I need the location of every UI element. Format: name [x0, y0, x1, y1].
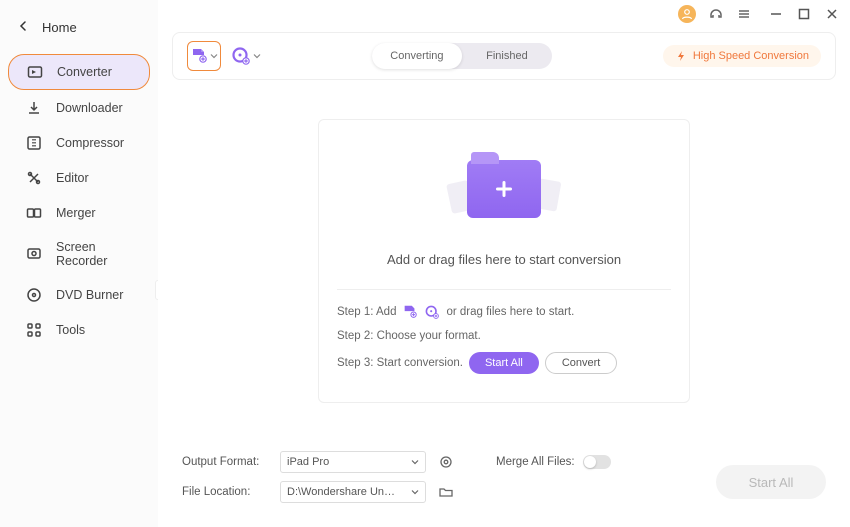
chevron-down-icon [411, 458, 419, 466]
step-2: Step 2: Choose your format. [337, 330, 671, 342]
lightning-icon [675, 50, 687, 62]
sidebar-item-compressor[interactable]: Compressor [8, 126, 150, 160]
tab-finished[interactable]: Finished [462, 43, 552, 69]
sidebar-item-label: Downloader [56, 101, 123, 115]
step-3: Step 3: Start conversion. Start All Conv… [337, 352, 671, 374]
tab-segment: Converting Finished [372, 43, 552, 69]
start-all-button[interactable]: Start All [716, 465, 826, 499]
merge-label: Merge All Files: [496, 456, 575, 468]
toolbar: Converting Finished High Speed Conversio… [172, 32, 836, 80]
step-3-text: Step 3: Start conversion. [337, 357, 463, 369]
add-disc-button[interactable] [231, 46, 261, 66]
converter-icon [27, 64, 43, 80]
maximize-icon[interactable] [796, 6, 812, 22]
nav: Converter Downloader Compressor Editor M… [0, 54, 158, 347]
high-speed-label: High Speed Conversion [693, 50, 809, 62]
add-file-mini-icon[interactable] [402, 304, 418, 320]
sidebar-item-merger[interactable]: Merger [8, 196, 150, 230]
dvd-icon [26, 287, 42, 303]
drop-message: Add or drag files here to start conversi… [337, 252, 671, 267]
add-file-button[interactable] [187, 41, 221, 71]
folder-illustration [337, 144, 671, 234]
steps: Step 1: Add or drag files here to start.… [337, 289, 671, 374]
chevron-down-icon [411, 488, 419, 496]
sidebar-item-label: Converter [57, 65, 112, 79]
sidebar-item-label: Tools [56, 323, 85, 337]
start-all-mini-button[interactable]: Start All [469, 352, 539, 374]
merger-icon [26, 205, 42, 221]
titlebar [158, 0, 850, 28]
sidebar-item-label: Editor [56, 171, 89, 185]
output-format-label: Output Format: [182, 456, 268, 468]
output-format-select[interactable]: iPad Pro [280, 451, 426, 473]
sidebar-item-label: Merger [56, 206, 96, 220]
output-format-value: iPad Pro [287, 456, 329, 468]
chevron-down-icon [253, 52, 261, 60]
add-disc-mini-icon[interactable] [424, 304, 440, 320]
main: Converting Finished High Speed Conversio… [158, 0, 850, 527]
sidebar-item-label: DVD Burner [56, 288, 123, 302]
file-location-value: D:\Wondershare UniConverter 1 [287, 486, 397, 498]
compress-icon [26, 135, 42, 151]
center-area: Add or drag files here to start conversi… [158, 80, 850, 441]
home-label: Home [42, 20, 77, 35]
sidebar-item-label: Screen Recorder [56, 240, 132, 268]
editor-icon [26, 170, 42, 186]
sidebar-item-downloader[interactable]: Downloader [8, 91, 150, 125]
home-button[interactable]: Home [0, 8, 158, 46]
sidebar-item-dvd-burner[interactable]: DVD Burner [8, 278, 150, 312]
step-1-prefix: Step 1: Add [337, 306, 396, 318]
headset-icon[interactable] [708, 6, 724, 22]
step-1: Step 1: Add or drag files here to start. [337, 304, 671, 320]
tools-icon [26, 322, 42, 338]
close-icon[interactable] [824, 6, 840, 22]
step-1-suffix: or drag files here to start. [446, 306, 574, 318]
sidebar-item-screen-recorder[interactable]: Screen Recorder [8, 231, 150, 277]
sidebar-item-label: Compressor [56, 136, 124, 150]
sidebar-item-editor[interactable]: Editor [8, 161, 150, 195]
sidebar: Home Converter Downloader Compressor Edi… [0, 0, 158, 527]
folder-open-icon[interactable] [438, 484, 454, 500]
tab-converting[interactable]: Converting [372, 43, 462, 69]
user-avatar-icon[interactable] [678, 5, 696, 23]
minimize-icon[interactable] [768, 6, 784, 22]
download-icon [26, 100, 42, 116]
footer: Output Format: iPad Pro Merge All Files:… [158, 441, 850, 527]
menu-icon[interactable] [736, 6, 752, 22]
back-icon [18, 18, 28, 36]
folder-plus-icon [467, 160, 541, 218]
recorder-icon [26, 246, 42, 262]
drop-card[interactable]: Add or drag files here to start conversi… [318, 119, 690, 403]
file-location-select[interactable]: D:\Wondershare UniConverter 1 [280, 481, 426, 503]
merge-toggle[interactable] [583, 455, 611, 469]
high-speed-badge[interactable]: High Speed Conversion [663, 45, 821, 67]
settings-gear-icon[interactable] [438, 454, 454, 470]
file-location-label: File Location: [182, 486, 268, 498]
convert-mini-button[interactable]: Convert [545, 352, 618, 374]
sidebar-item-converter[interactable]: Converter [8, 54, 150, 90]
chevron-down-icon [210, 52, 218, 60]
sidebar-item-tools[interactable]: Tools [8, 313, 150, 347]
